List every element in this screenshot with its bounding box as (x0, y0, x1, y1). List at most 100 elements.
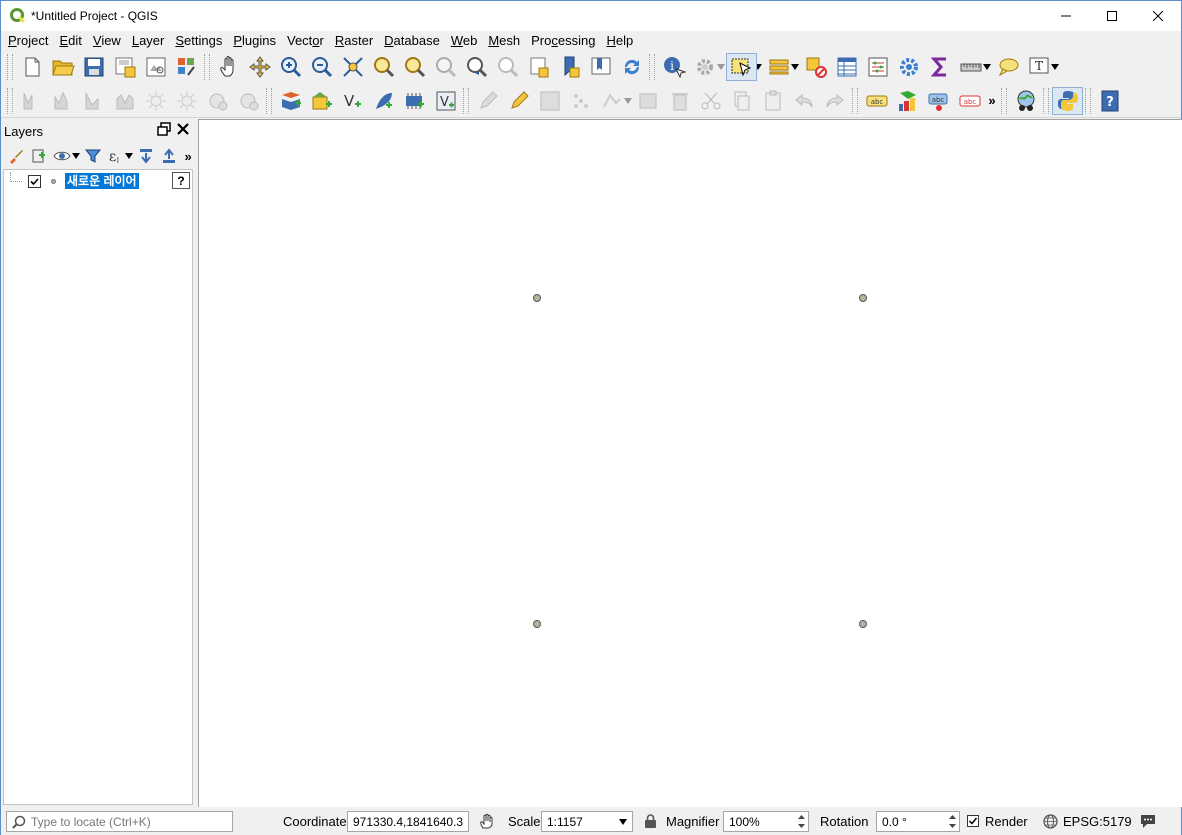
zoom-to-selection-button[interactable] (368, 53, 399, 81)
rotation-spinbox[interactable]: 0.0 ° (876, 811, 960, 832)
close-panel-icon[interactable] (176, 122, 190, 136)
menu-raster[interactable]: Raster (335, 31, 373, 50)
toolbar-handle[interactable] (1043, 87, 1049, 114)
close-button[interactable] (1135, 1, 1181, 31)
redo-button[interactable] (819, 87, 850, 115)
lock-icon[interactable] (644, 814, 657, 829)
toolbar-handle[interactable] (7, 87, 13, 114)
georeferencer-button[interactable] (1010, 87, 1041, 115)
paste-features-button[interactable] (757, 87, 788, 115)
toolbar-handle[interactable] (266, 87, 272, 114)
magnifier-spinbox[interactable]: 100% (723, 811, 809, 832)
mesh-tool-4-button[interactable] (109, 87, 140, 115)
add-layer-5-button[interactable] (399, 87, 430, 115)
show-bookmarks-button[interactable] (585, 53, 616, 81)
new-bookmark-button[interactable] (554, 53, 585, 81)
locator-input[interactable]: Type to locate (Ctrl+K) (6, 811, 233, 832)
save-edits-button[interactable] (534, 87, 565, 115)
mesh-tool-2-button[interactable] (47, 87, 78, 115)
delete-selected-button[interactable] (664, 87, 695, 115)
zoom-out-button[interactable] (306, 53, 337, 81)
mesh-tool-3-button[interactable] (78, 87, 109, 115)
toolbar-handle[interactable] (649, 54, 655, 80)
add-group-button[interactable] (28, 145, 50, 167)
diagram-tool-button[interactable] (892, 87, 923, 115)
copy-features-button[interactable] (726, 87, 757, 115)
layer-unknown-crs-badge[interactable]: ? (172, 172, 190, 189)
open-attribute-table-button[interactable] (831, 53, 862, 81)
scale-combo[interactable]: 1:1157 (541, 811, 633, 832)
toolbar-handle[interactable] (1085, 87, 1091, 114)
field-calculator-button[interactable] (862, 53, 893, 81)
expand-all-button[interactable] (135, 145, 157, 167)
filter-expression-button[interactable]: εl (105, 145, 127, 167)
menu-view[interactable]: View (93, 31, 121, 50)
sun-tool-2-button[interactable] (171, 87, 202, 115)
toggle-editing-button[interactable] (503, 87, 534, 115)
add-layer-1-button[interactable] (275, 87, 306, 115)
statistical-summary-button[interactable] (924, 53, 955, 81)
menu-mesh[interactable]: Mesh (488, 31, 520, 50)
zoom-native-button[interactable] (430, 53, 461, 81)
toolbox-button[interactable] (893, 53, 924, 81)
layer-name[interactable]: 새로운 레이어 (64, 172, 140, 190)
layer-visibility-checkbox[interactable] (28, 174, 41, 188)
label-tool-button[interactable]: abc (861, 87, 892, 115)
menu-help[interactable]: Help (606, 31, 633, 50)
zoom-in-button[interactable] (275, 53, 306, 81)
toggle-extents-icon[interactable] (479, 813, 495, 829)
open-project-button[interactable] (47, 53, 78, 81)
select-by-value-button[interactable] (763, 53, 794, 81)
menu-project[interactable]: Project (8, 31, 48, 50)
add-layer-2-button[interactable] (306, 87, 337, 115)
undock-icon[interactable] (157, 122, 171, 136)
new-project-button[interactable] (16, 53, 47, 81)
coordinate-field[interactable]: 971330.4,1841640.3 (347, 811, 469, 832)
more-tools-button[interactable]: » (985, 93, 999, 108)
add-layer-3-button[interactable]: V (337, 87, 368, 115)
map-tips-button[interactable] (992, 53, 1023, 81)
zoom-next-button[interactable] (492, 53, 523, 81)
toolbar-handle[interactable] (463, 87, 469, 114)
help-contents-button[interactable]: ? (1094, 87, 1125, 115)
crs-label[interactable]: EPSG:5179 (1063, 814, 1132, 829)
mesh-tool-6-button[interactable] (233, 87, 264, 115)
new-map-view-button[interactable] (523, 53, 554, 81)
hide-labels-button[interactable]: abc (954, 87, 985, 115)
select-features-button[interactable] (726, 53, 757, 81)
zoom-to-layer-button[interactable] (399, 53, 430, 81)
zoom-last-button[interactable] (461, 53, 492, 81)
layer-styling-button[interactable] (5, 145, 27, 167)
menu-plugins[interactable]: Plugins (233, 31, 276, 50)
layer-item[interactable]: 새로운 레이어 ? (10, 172, 192, 190)
expression-dropdown[interactable] (124, 142, 134, 170)
more-layer-tools-button[interactable]: » (181, 149, 195, 164)
manage-visibility-button[interactable] (51, 145, 73, 167)
menu-layer[interactable]: Layer (132, 31, 165, 50)
toolbar-handle[interactable] (852, 87, 858, 114)
zoom-full-button[interactable] (337, 53, 368, 81)
pin-labels-button[interactable]: abc (923, 87, 954, 115)
run-action-button[interactable] (689, 53, 720, 81)
render-checkbox[interactable] (967, 815, 979, 827)
menu-processing[interactable]: Processing (531, 31, 595, 50)
menu-database[interactable]: Database (384, 31, 440, 50)
menu-settings[interactable]: Settings (175, 31, 222, 50)
print-layout-button[interactable] (140, 53, 171, 81)
style-manager-button[interactable] (171, 53, 202, 81)
messages-icon[interactable] (1139, 813, 1157, 829)
menu-web[interactable]: Web (451, 31, 478, 50)
pan-map-button[interactable] (213, 53, 244, 81)
toolbar-handle[interactable] (1001, 87, 1007, 114)
add-layer-4-button[interactable] (368, 87, 399, 115)
cut-features-button[interactable] (695, 87, 726, 115)
visibility-dropdown[interactable] (71, 142, 81, 170)
menu-vector[interactable]: Vector (287, 31, 324, 50)
crs-globe-icon[interactable] (1043, 814, 1058, 829)
menu-edit[interactable]: Edit (59, 31, 81, 50)
toolbar-handle[interactable] (204, 54, 210, 80)
identify-features-button[interactable]: i (658, 53, 689, 81)
mesh-tool-5-button[interactable] (202, 87, 233, 115)
collapse-all-button[interactable] (158, 145, 180, 167)
measure-line-button[interactable] (955, 53, 986, 81)
